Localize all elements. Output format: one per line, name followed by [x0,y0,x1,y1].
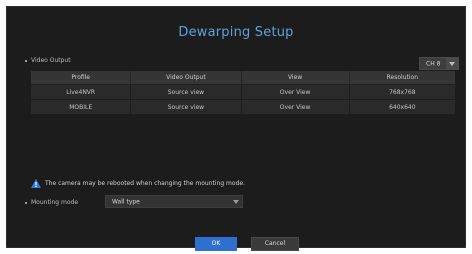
bullet-icon [25,201,27,204]
table-row[interactable]: MOBILE Source view Over View 640x640 [31,99,455,114]
warning-text: The camera may be rebooted when changing… [45,180,245,187]
cancel-button[interactable]: Cancel [251,237,299,251]
cell-video-output[interactable]: Source view [130,84,242,100]
bullet-icon [25,59,27,62]
dialog-title: Dewarping Setup [178,25,294,40]
profile-table: Profile Video Output View Resolution Liv… [31,71,455,114]
video-output-section-label: Video Output [25,57,71,64]
column-header-profile: Profile [31,71,132,85]
column-header-resolution: Resolution [349,71,455,85]
mounting-mode-select[interactable]: Wall type [105,195,243,208]
mounting-mode-section-label: Mounting mode [25,199,78,206]
ok-button[interactable]: OK [195,237,237,251]
video-output-label: Video Output [31,57,71,64]
cell-video-output[interactable]: Source view [130,99,242,114]
mounting-mode-value: Wall type [112,198,140,205]
mounting-mode-label: Mounting mode [31,199,79,206]
dewarping-setup-dialog: Dewarping Setup Video Output CH 8 Profil… [6,6,466,251]
cell-profile: MOBILE [31,99,132,114]
channel-select-value: CH 8 [426,60,441,67]
cell-resolution: 768x768 [349,84,455,100]
channel-select[interactable]: CH 8 [419,57,459,70]
table-header-row: Profile Video Output View Resolution [31,71,455,85]
column-header-view: View [241,71,350,85]
cell-view[interactable]: Over View [241,99,350,114]
table-row[interactable]: Live4NVR Source view Over View 768x768 [31,84,455,100]
chevron-down-icon[interactable] [230,196,242,207]
mounting-warning: The camera may be rebooted when changing… [31,179,245,188]
column-header-video-output: Video Output [130,71,242,85]
cell-profile: Live4NVR [31,84,132,100]
warning-icon [31,179,41,188]
cell-view[interactable]: Over View [241,84,350,100]
chevron-down-icon[interactable] [446,58,458,69]
cell-resolution: 640x640 [349,99,455,114]
